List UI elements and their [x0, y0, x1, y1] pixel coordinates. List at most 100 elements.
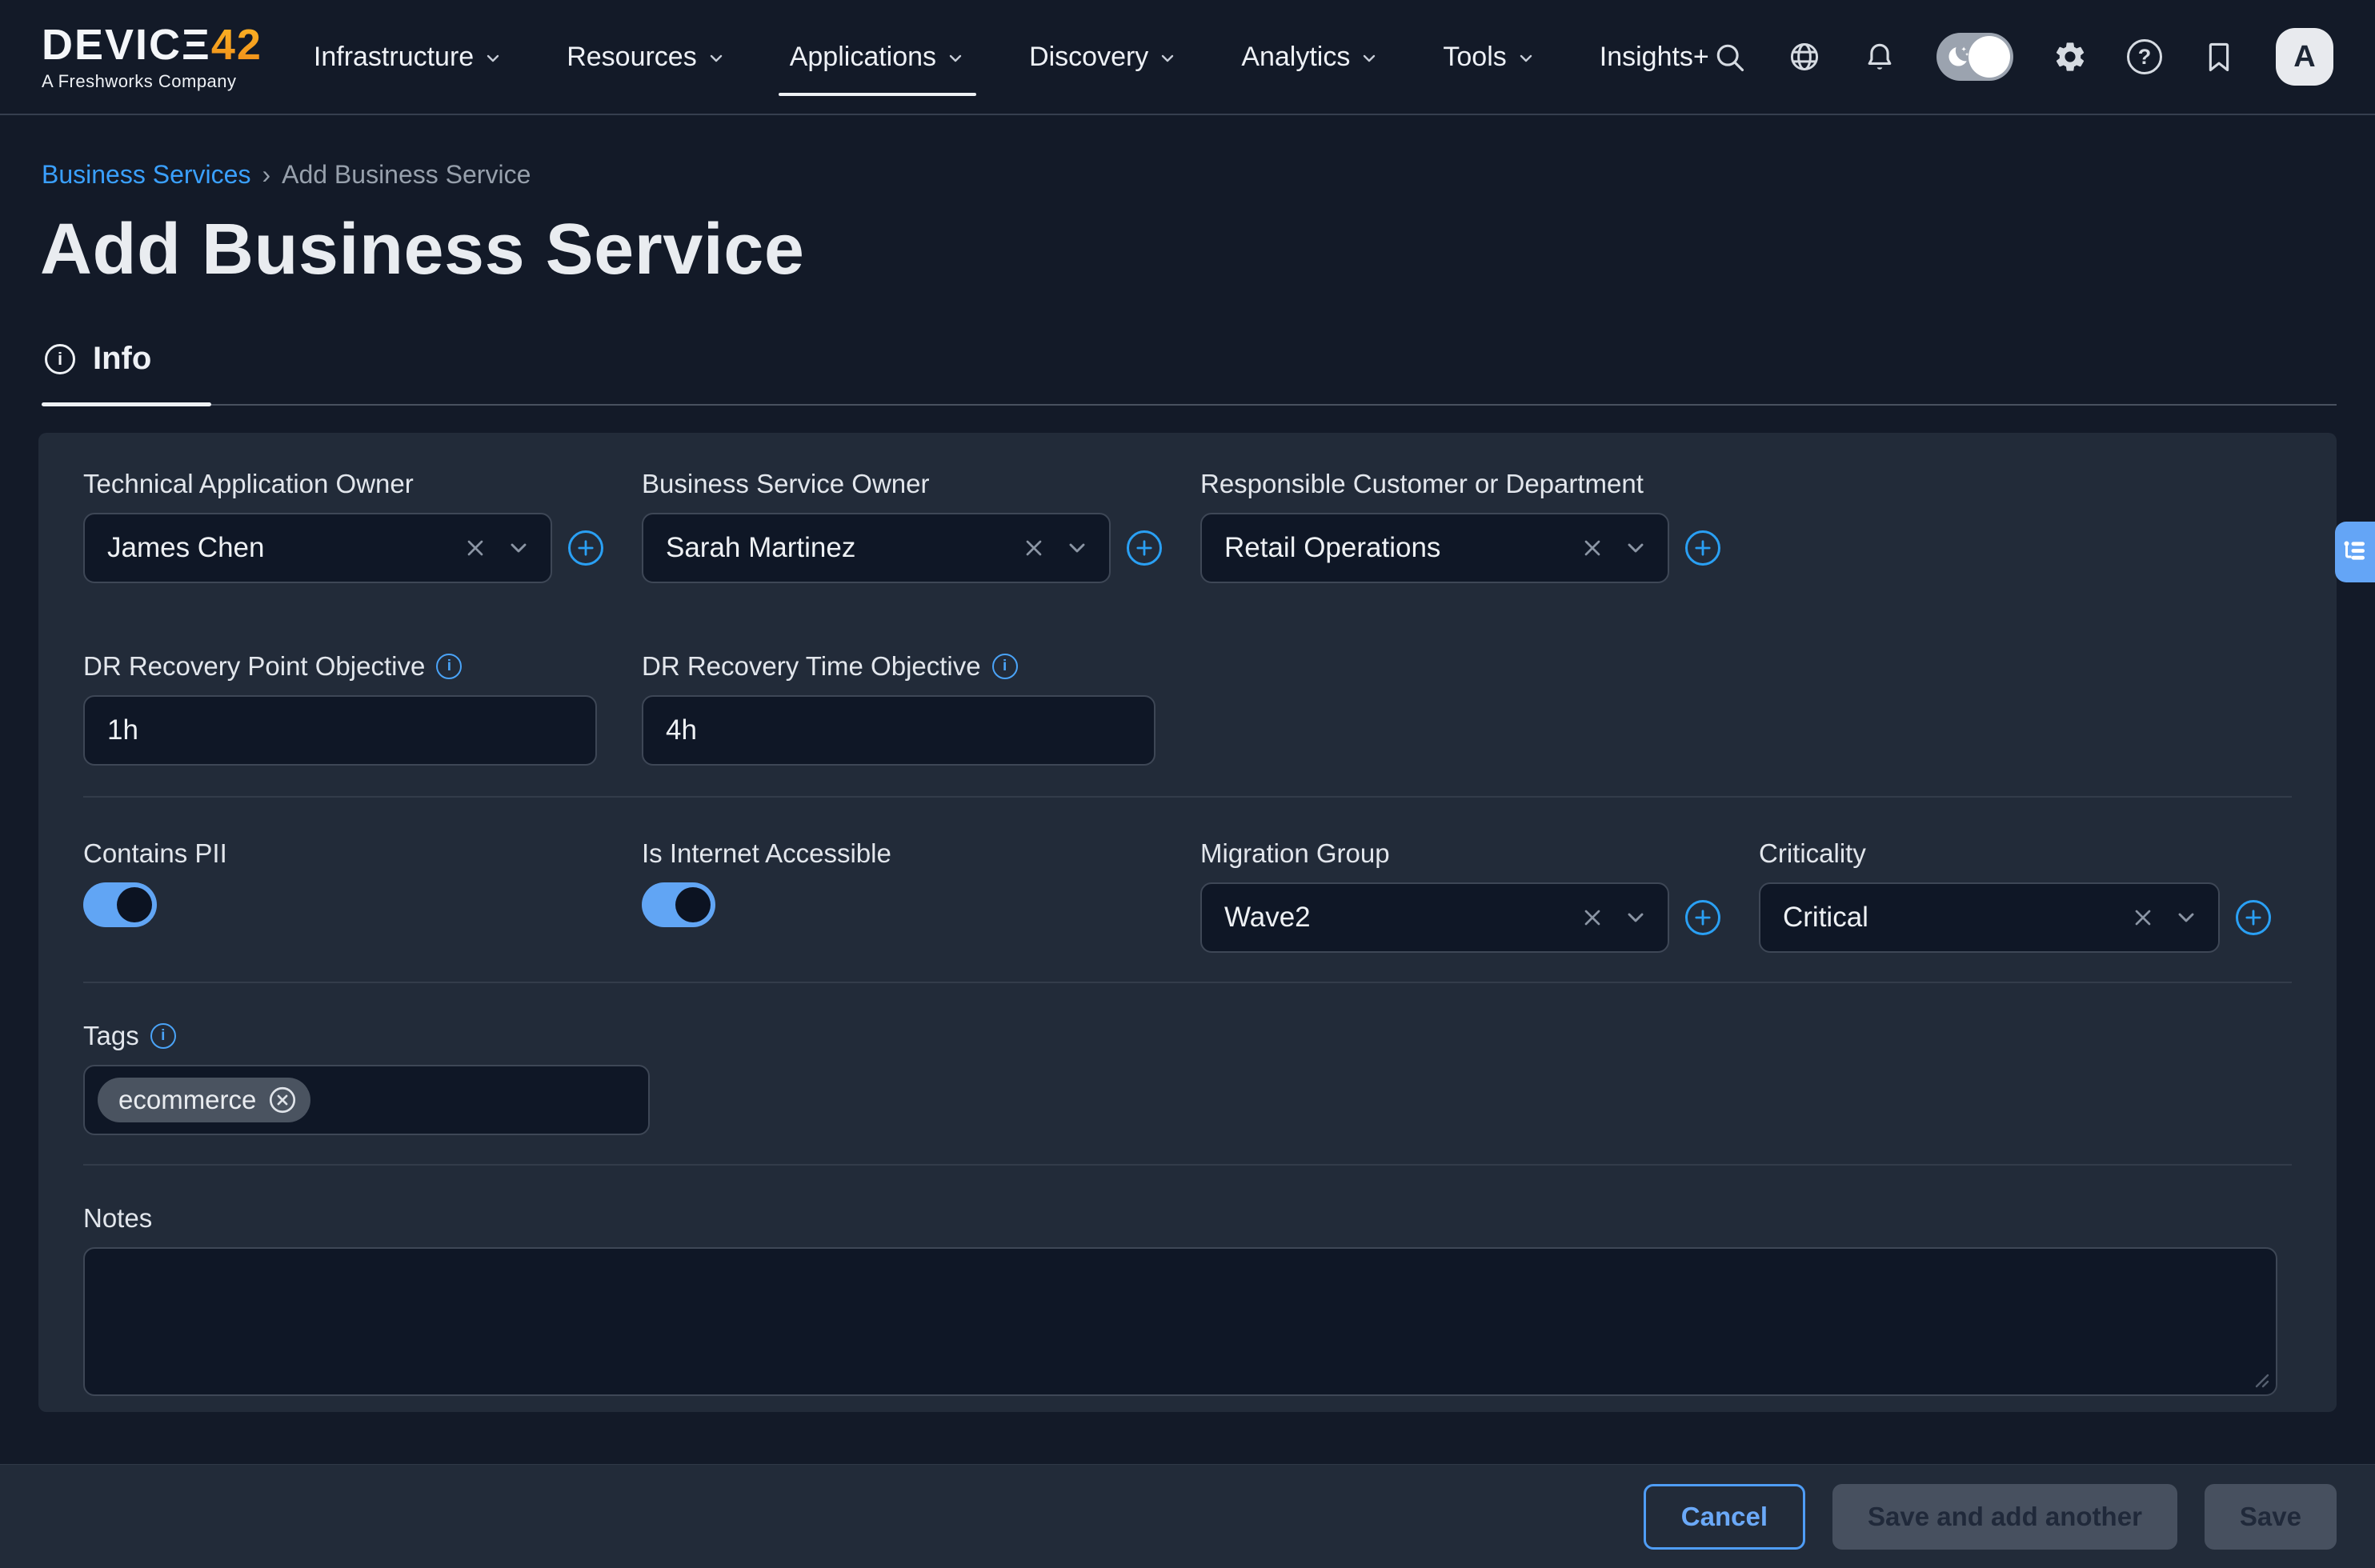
logo-subtitle: A Freshworks Company	[42, 73, 262, 90]
tab-info-label: Info	[93, 341, 151, 377]
tree-list-icon	[2341, 538, 2369, 566]
chevron-down-icon	[1158, 49, 1177, 68]
nav-label: Insights+	[1600, 42, 1709, 73]
contains-pii-toggle[interactable]	[83, 882, 157, 927]
info-icon[interactable]: i	[436, 654, 462, 679]
add-migration-group-button[interactable]	[1685, 900, 1720, 935]
business-owner-label: Business Service Owner	[642, 470, 1200, 498]
add-business-owner-button[interactable]	[1127, 530, 1162, 566]
clear-x-icon[interactable]	[1021, 535, 1047, 561]
header-actions: ? A	[1711, 28, 2333, 86]
device42-logo[interactable]: DEVICΞ42 A Freshworks Company	[42, 23, 262, 90]
field-rto: DR Recovery Time Objective i	[642, 652, 1200, 766]
section-divider	[83, 1164, 2292, 1166]
breadcrumb-current: Add Business Service	[282, 160, 531, 190]
tags-input[interactable]: ecommerce	[83, 1065, 650, 1135]
chevron-down-icon[interactable]	[1623, 905, 1648, 930]
save-and-add-another-button[interactable]: Save and add another	[1832, 1484, 2177, 1550]
field-internet-accessible: Is Internet Accessible	[642, 839, 1200, 927]
clear-x-icon[interactable]	[1580, 905, 1605, 930]
info-form-panel: Technical Application Owner James Chen B…	[38, 433, 2337, 1412]
chevron-down-icon[interactable]	[2173, 905, 2199, 930]
plus-icon	[575, 537, 597, 559]
field-criticality: Criticality Critical	[1759, 839, 2292, 953]
search-icon[interactable]	[1711, 38, 1748, 75]
cancel-button[interactable]: Cancel	[1644, 1484, 1805, 1550]
add-responsible-customer-button[interactable]	[1685, 530, 1720, 566]
criticality-label: Criticality	[1759, 839, 2292, 868]
main-menu: Infrastructure Resources Applications Di…	[314, 0, 1709, 114]
tags-label: Tags i	[83, 1022, 2292, 1050]
chevron-down-icon	[1516, 49, 1536, 68]
nav-label: Resources	[567, 42, 697, 73]
nav-infrastructure[interactable]: Infrastructure	[314, 0, 503, 114]
migration-group-select[interactable]: Wave2	[1200, 882, 1669, 953]
chevron-down-icon[interactable]	[1623, 535, 1648, 561]
toggle-knob	[1968, 36, 2010, 78]
chevron-down-icon[interactable]	[506, 535, 531, 561]
rto-label: DR Recovery Time Objective i	[642, 652, 1200, 681]
business-owner-select[interactable]: Sarah Martinez	[642, 513, 1111, 583]
form-row-tags: Tags i ecommerce	[83, 1022, 2292, 1135]
clear-x-icon[interactable]	[2130, 905, 2156, 930]
field-migration-group: Migration Group Wave2	[1200, 839, 1759, 953]
nav-analytics[interactable]: Analytics	[1241, 0, 1379, 114]
notes-textarea[interactable]	[83, 1247, 2277, 1396]
help-glyph: ?	[2138, 45, 2152, 70]
nav-label: Tools	[1443, 42, 1506, 73]
chevron-down-icon	[707, 49, 726, 68]
logo-wordmark: DEVICΞ42	[42, 23, 262, 66]
responsible-customer-label: Responsible Customer or Department	[1200, 470, 1759, 498]
hierarchy-panel-tab[interactable]	[2335, 522, 2375, 582]
tab-bar: i Info	[42, 341, 2337, 406]
chevron-down-icon	[483, 49, 503, 68]
technical-owner-select[interactable]: James Chen	[83, 513, 552, 583]
info-icon[interactable]: i	[992, 654, 1018, 679]
nav-applications[interactable]: Applications	[790, 0, 965, 114]
rpo-input[interactable]	[83, 695, 597, 766]
nav-label: Discovery	[1029, 42, 1148, 73]
remove-tag-icon[interactable]	[267, 1085, 298, 1115]
theme-toggle[interactable]	[1936, 33, 2013, 81]
plus-icon	[1692, 906, 1714, 929]
responsible-customer-select[interactable]: Retail Operations	[1200, 513, 1669, 583]
toggle-knob	[117, 887, 152, 922]
save-button[interactable]: Save	[2205, 1484, 2337, 1550]
notifications-bell-icon[interactable]	[1861, 38, 1898, 75]
contains-pii-label: Contains PII	[83, 839, 642, 868]
chevron-down-icon	[1360, 49, 1379, 68]
clear-x-icon[interactable]	[463, 535, 488, 561]
nav-tools[interactable]: Tools	[1443, 0, 1535, 114]
breadcrumb-link-business-services[interactable]: Business Services	[42, 160, 250, 190]
criticality-select[interactable]: Critical	[1759, 882, 2220, 953]
settings-gear-icon[interactable]	[2052, 38, 2089, 75]
nav-label: Applications	[790, 42, 936, 73]
field-rpo: DR Recovery Point Objective i	[83, 652, 642, 766]
chevron-down-icon[interactable]	[1064, 535, 1090, 561]
globe-icon[interactable]	[1786, 38, 1823, 75]
tab-info[interactable]: i Info	[42, 341, 151, 377]
nav-discovery[interactable]: Discovery	[1029, 0, 1177, 114]
technical-owner-label: Technical Application Owner	[83, 470, 642, 498]
help-icon[interactable]: ?	[2127, 39, 2162, 74]
info-icon[interactable]: i	[150, 1023, 176, 1049]
rto-input[interactable]	[642, 695, 1155, 766]
breadcrumb: Business Services › Add Business Service	[42, 160, 2375, 190]
nav-insights[interactable]: Insights+	[1600, 0, 1709, 114]
plus-icon	[1692, 537, 1714, 559]
breadcrumb-separator: ›	[262, 160, 270, 190]
nav-label: Analytics	[1241, 42, 1350, 73]
nav-resources[interactable]: Resources	[567, 0, 726, 114]
bookmark-icon[interactable]	[2201, 38, 2237, 75]
add-technical-owner-button[interactable]	[568, 530, 603, 566]
chevron-down-icon	[946, 49, 965, 68]
form-row-owners: Technical Application Owner James Chen B…	[83, 470, 2292, 583]
user-avatar[interactable]: A	[2276, 28, 2333, 86]
internet-accessible-toggle[interactable]	[642, 882, 715, 927]
add-criticality-button[interactable]	[2236, 900, 2271, 935]
responsible-customer-value: Retail Operations	[1224, 532, 1580, 564]
clear-x-icon[interactable]	[1580, 535, 1605, 561]
form-row-flags: Contains PII Is Internet Accessible Migr…	[83, 839, 2292, 953]
tag-chip: ecommerce	[98, 1078, 310, 1122]
notes-label: Notes	[83, 1204, 2292, 1233]
